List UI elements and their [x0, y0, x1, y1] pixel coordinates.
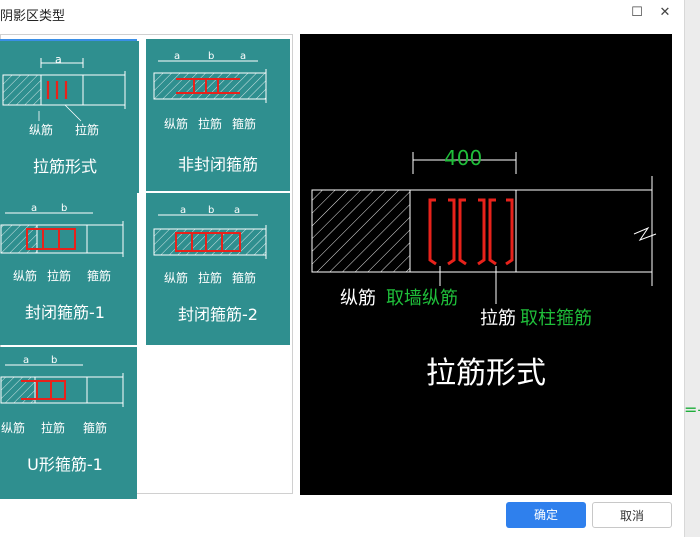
- dim-label-a: a: [174, 51, 181, 62]
- label-longitudinal: 纵筋: [1, 421, 26, 435]
- label-tie: 拉筋: [198, 271, 223, 285]
- dim-label-a: a: [234, 205, 241, 216]
- label-tie: 拉筋: [47, 269, 72, 283]
- label-longitudinal-hint: 取墙纵筋: [386, 288, 458, 309]
- type-label: 封闭箍筋-1: [25, 303, 105, 322]
- label-longitudinal: 纵筋: [340, 288, 376, 309]
- background-window-edge: [684, 0, 700, 537]
- label-longitudinal: 纵筋: [29, 123, 54, 137]
- shadow-type-list[interactable]: a 纵筋 拉筋 拉筋形式 a b a 纵筋 拉筋 箍筋 非封闭箍筋 a b 纵筋…: [0, 34, 293, 499]
- dim-label-a: a: [23, 355, 30, 366]
- preview-canvas: 400 纵筋 取墙纵筋 拉筋 取柱箍筋 拉筋形式: [300, 34, 672, 495]
- label-tie: 拉筋: [198, 117, 223, 131]
- maximize-icon[interactable]: ☐: [628, 4, 646, 22]
- type-label: 非封闭箍筋: [177, 155, 258, 174]
- type-label: U形箍筋-1: [27, 455, 103, 474]
- label-tie: 拉筋: [75, 123, 100, 137]
- dim-label-a: a: [55, 53, 62, 66]
- dim-label-b: b: [208, 205, 215, 216]
- close-icon[interactable]: ✕: [656, 4, 674, 22]
- label-longitudinal: 纵筋: [164, 271, 189, 285]
- dim-label-b: b: [61, 203, 68, 214]
- cancel-button[interactable]: 取消: [592, 502, 672, 528]
- type-option-closed-stirrup-1[interactable]: a b 纵筋 拉筋 箍筋 封闭箍筋-1: [0, 193, 137, 345]
- label-stirrup: 箍筋: [232, 271, 257, 285]
- window-title: 阴影区类型: [0, 9, 66, 24]
- type-option-closed-stirrup-2[interactable]: a b a 纵筋 拉筋 箍筋 封闭箍筋-2: [146, 193, 290, 345]
- ok-button[interactable]: 确定: [506, 502, 586, 528]
- type-option-u-stirrup-1[interactable]: a b 纵筋 拉筋 箍筋 U形箍筋-1: [0, 347, 137, 499]
- dim-label-a: a: [240, 51, 247, 62]
- label-longitudinal: 纵筋: [13, 269, 38, 283]
- preview-title: 拉筋形式: [426, 356, 546, 391]
- preview-diagram: [311, 152, 657, 304]
- label-stirrup: 箍筋: [83, 421, 108, 435]
- label-tie: 拉筋: [480, 308, 516, 329]
- dim-label-b: b: [208, 51, 215, 62]
- background-window-text: =-1: [684, 400, 700, 419]
- type-option-open-stirrup[interactable]: a b a 纵筋 拉筋 箍筋 非封闭箍筋: [146, 39, 290, 191]
- type-option-tie-bar[interactable]: a 纵筋 拉筋 拉筋形式: [0, 39, 139, 193]
- dim-label-a: a: [180, 205, 187, 216]
- type-label: 拉筋形式: [32, 157, 97, 176]
- label-stirrup: 箍筋: [87, 269, 112, 283]
- label-tie-hint: 取柱箍筋: [520, 308, 592, 329]
- dim-label-b: b: [51, 355, 58, 366]
- label-stirrup: 箍筋: [232, 117, 257, 131]
- label-tie: 拉筋: [41, 421, 66, 435]
- title-bar: 阴影区类型 ☐ ✕: [0, 0, 700, 28]
- dim-label-a: a: [31, 203, 38, 214]
- type-label: 封闭箍筋-2: [178, 305, 258, 324]
- dimension-value: 400: [444, 146, 483, 170]
- label-longitudinal: 纵筋: [164, 117, 189, 131]
